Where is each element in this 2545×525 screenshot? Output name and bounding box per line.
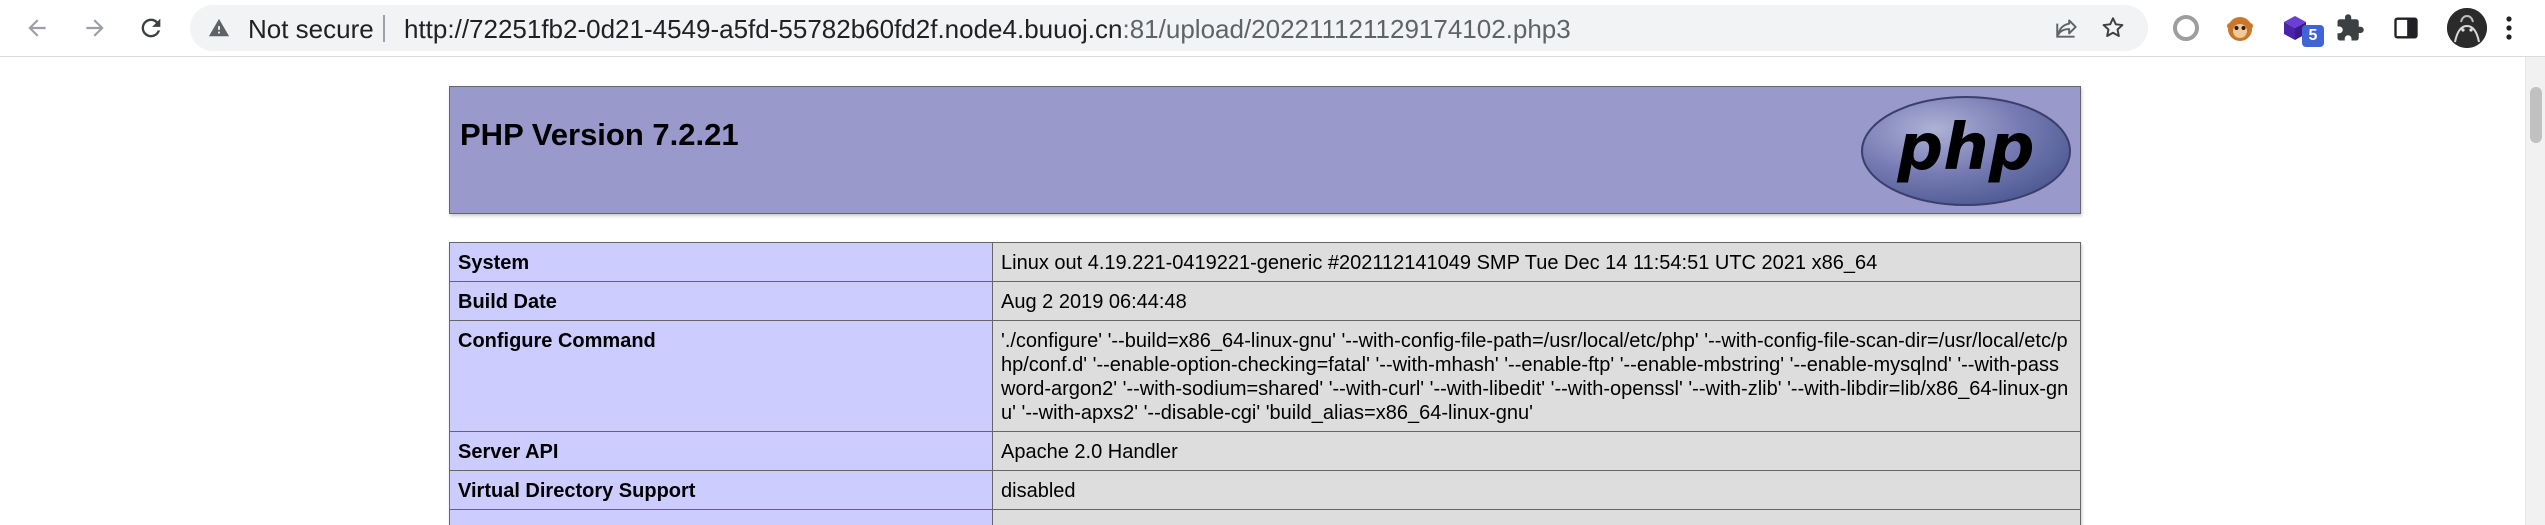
kebab-menu-icon[interactable] — [2497, 10, 2521, 46]
share-icon[interactable] — [2054, 15, 2080, 41]
table-row: Configure Command './configure' '--build… — [449, 320, 2081, 432]
page-scrollbar[interactable] — [2525, 57, 2545, 525]
url-path: :81/upload/202211121129174102.php3 — [1122, 14, 1571, 44]
table-row: System Linux out 4.19.221-0419221-generi… — [449, 242, 2081, 282]
page-viewport: PHP Version 7.2.21 php System Linux out … — [0, 57, 2525, 525]
profile-avatar[interactable] — [2447, 8, 2487, 48]
row-key: Build Date — [449, 281, 993, 321]
address-bar[interactable]: Not secure http://72251fb2-0d21-4549-a5f… — [190, 5, 2148, 51]
row-key: Virtual Directory Support — [449, 470, 993, 510]
phpinfo-table: System Linux out 4.19.221-0419221-generi… — [449, 242, 2081, 525]
row-value: Linux out 4.19.221-0419221-generic #2021… — [992, 242, 2081, 282]
php-logo[interactable]: php — [1860, 95, 2072, 207]
reload-button[interactable] — [130, 7, 172, 49]
omnibox-separator — [383, 15, 385, 42]
row-value: Apache 2.0 Handler — [992, 431, 2081, 471]
reload-icon — [141, 18, 161, 38]
row-value: Aug 2 2019 06:44:48 — [992, 281, 2081, 321]
page-title: PHP Version 7.2.21 — [460, 117, 739, 152]
table-row: Server API Apache 2.0 Handler — [449, 431, 2081, 471]
extension-badge: 5 — [2302, 25, 2324, 47]
forward-button[interactable] — [74, 7, 116, 49]
url-host: http://72251fb2-0d21-4549-a5fd-55782b60f… — [404, 14, 1123, 44]
table-row — [449, 509, 2081, 525]
row-key: Server API — [449, 431, 993, 471]
browser-toolbar: Not secure http://72251fb2-0d21-4549-a5f… — [0, 0, 2545, 57]
row-key: System — [449, 242, 993, 282]
star-icon[interactable] — [2100, 15, 2126, 41]
extension-monkey-icon[interactable] — [2222, 10, 2258, 46]
url-text[interactable]: http://72251fb2-0d21-4549-a5fd-55782b60f… — [404, 16, 1571, 42]
security-status-label[interactable]: Not secure — [248, 16, 374, 42]
side-panel-icon[interactable] — [2388, 10, 2424, 46]
phpinfo-header: PHP Version 7.2.21 php — [449, 86, 2081, 214]
puzzle-piece-icon[interactable] — [2332, 10, 2368, 46]
arrow-right-icon — [86, 19, 104, 37]
php-logo-text: php — [1896, 111, 2034, 185]
table-row: Virtual Directory Support disabled — [449, 470, 2081, 510]
row-key — [449, 509, 993, 525]
back-button[interactable] — [16, 7, 58, 49]
extension-circle-icon[interactable] — [2168, 10, 2204, 46]
row-value: './configure' '--build=x86_64-linux-gnu'… — [992, 320, 2081, 432]
scrollbar-thumb[interactable] — [2530, 87, 2542, 143]
row-value: disabled — [992, 470, 2081, 510]
warning-triangle-icon[interactable] — [208, 17, 230, 39]
row-key: Configure Command — [449, 320, 993, 432]
row-value — [992, 509, 2081, 525]
arrow-left-icon — [28, 19, 46, 37]
table-row: Build Date Aug 2 2019 06:44:48 — [449, 281, 2081, 321]
